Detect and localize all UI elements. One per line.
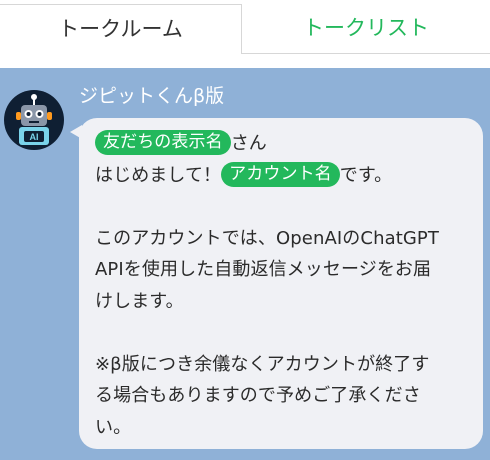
message-line-4: APIを使用した自動返信メッセージをお届 xyxy=(95,259,432,280)
message-line-8: い。 xyxy=(95,416,132,438)
tab-bar: トークルーム トークリスト xyxy=(0,0,490,54)
message-bubble[interactable]: 友だちの表示名 さん はじめまして！ アカウント名 です。 このアカウントでは、Ope… xyxy=(79,118,483,449)
bot-name: ジピットくんβ版 xyxy=(79,85,225,107)
robot-icon: AI xyxy=(16,94,52,145)
greeting-suffix-text: です。 xyxy=(339,164,393,186)
tab-talk-list-label: トークリスト xyxy=(303,16,429,40)
message-line-6: ※β版につき余儀なくアカウントが終了す xyxy=(95,353,430,375)
account-name-tag: アカウント名 xyxy=(221,161,340,187)
message-line-1: 友だちの表示名 さん xyxy=(95,128,471,160)
message-line-5: けします。 xyxy=(95,290,184,312)
greeting-text: はじめまして！ xyxy=(95,164,222,186)
friend-name-tag: 友だちの表示名 xyxy=(95,130,231,155)
line-chat-screen: トークルーム トークリスト AI ジピットくんβ版 友だちの表示名 さん はじめ… xyxy=(0,0,490,460)
message-line-2: はじめまして！ アカウント名 です。 xyxy=(95,160,471,192)
avatar-label: AI xyxy=(30,132,39,142)
tab-talk-list[interactable]: トークリスト xyxy=(242,4,490,54)
honorific-text: さん xyxy=(230,133,267,154)
avatar[interactable]: AI xyxy=(4,90,64,150)
tab-talk-room-label: トークルーム xyxy=(58,17,183,41)
tab-talk-room[interactable]: トークルーム xyxy=(0,4,242,54)
message-line-3: このアカウントでは、OpenAIのChatGPT xyxy=(95,227,439,249)
message-line-7: る場合もありますので予めご了承くださ xyxy=(95,385,421,406)
